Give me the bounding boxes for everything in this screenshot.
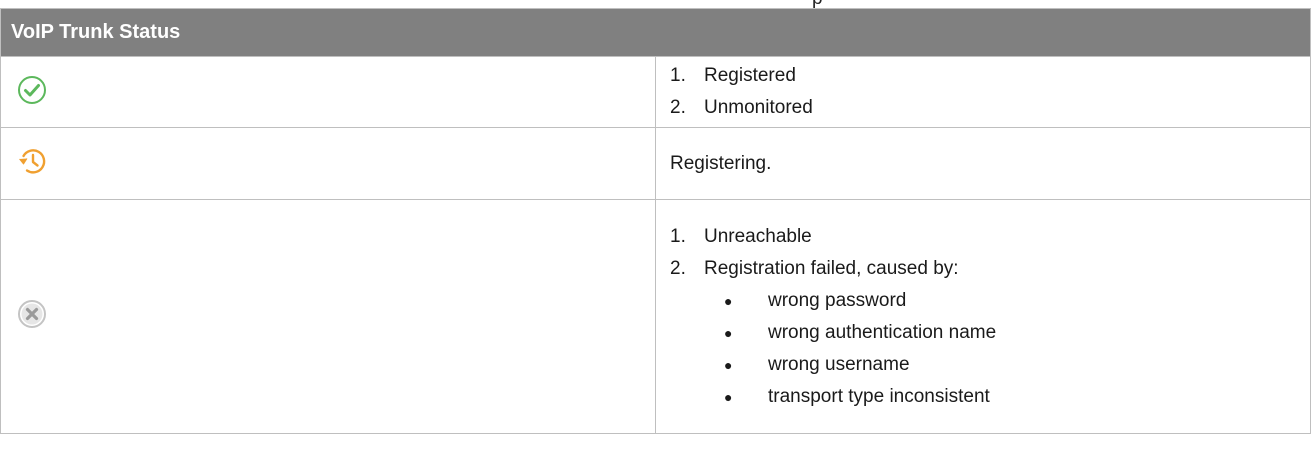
bullet: ● (724, 388, 733, 405)
list-item: 2. Unmonitored (670, 92, 1310, 124)
list-item: 2. Registration failed, caused by: ● wro… (670, 253, 1310, 413)
list-number: 2. (670, 97, 686, 118)
status-description: 1. Registered 2. Unmonitored (655, 56, 1311, 128)
table-row: 1. Registered 2. Unmonitored (0, 56, 1311, 128)
table-row: 1. Unreachable 2. Registration failed, c… (0, 199, 1311, 434)
list-item-text: Registration failed, caused by: (704, 257, 959, 279)
voip-trunk-status-table: VoIP Trunk Status 1. Registered 2. Unmon… (0, 8, 1311, 434)
x-circle-icon (17, 299, 47, 334)
list-number: 2. (670, 257, 686, 279)
list-item-text: Unmonitored (704, 97, 813, 118)
list-item: 1. Unreachable (670, 221, 1310, 253)
status-icon-cell (0, 127, 656, 200)
cause-item: ● wrong password (704, 285, 1310, 317)
status-description: 1. Unreachable 2. Registration failed, c… (655, 199, 1311, 434)
check-circle-icon (17, 75, 47, 110)
cause-item: ● transport type inconsistent (704, 381, 1310, 413)
status-description: Registering. (655, 127, 1311, 200)
bullet: ● (724, 324, 733, 341)
bullet: ● (724, 292, 733, 309)
table-header: VoIP Trunk Status (0, 8, 1311, 57)
status-icon-cell (0, 56, 656, 128)
status-list: 1. Unreachable 2. Registration failed, c… (670, 221, 1310, 413)
cause-text: transport type inconsistent (768, 385, 990, 407)
status-list: 1. Registered 2. Unmonitored (670, 60, 1310, 124)
cause-item: ● wrong username (704, 349, 1310, 381)
list-item-text: Unreachable (704, 225, 812, 247)
table-header-row: VoIP Trunk Status (0, 8, 1311, 57)
list-number: 1. (670, 225, 686, 247)
cause-text: wrong password (768, 289, 907, 311)
cause-text: wrong authentication name (768, 321, 997, 343)
list-number: 1. (670, 65, 686, 86)
cause-item: ● wrong authentication name (704, 317, 1310, 349)
status-icon-cell (0, 199, 656, 434)
clipped-text-fragment: p (0, 0, 1311, 8)
list-item-text: Registered (704, 65, 796, 86)
cause-list: ● wrong password ● wrong authentication … (704, 285, 1310, 413)
table-row: Registering. (0, 127, 1311, 200)
bullet: ● (724, 356, 733, 373)
cause-text: wrong username (768, 353, 910, 375)
list-item: 1. Registered (670, 60, 1310, 92)
history-clock-icon (17, 146, 47, 181)
